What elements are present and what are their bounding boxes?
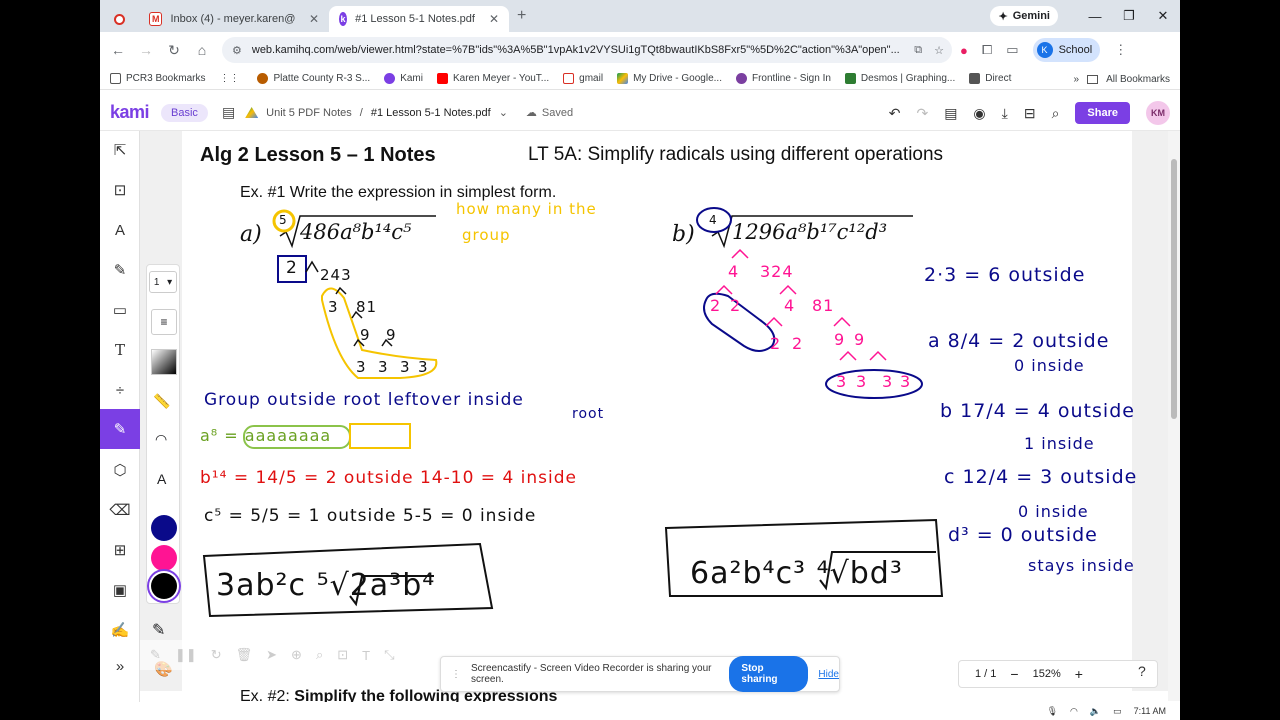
- tree-node: 2: [770, 334, 782, 353]
- browser-window: M Inbox (4) - meyer.karen@pcr3s ✕ k #1 L…: [100, 0, 1180, 720]
- tree-node: 3: [400, 358, 411, 376]
- tree-node: 9: [386, 326, 397, 344]
- mic-icon[interactable]: 🎙: [1047, 706, 1058, 717]
- clock[interactable]: 7:11 AM: [1134, 706, 1166, 716]
- right-work-9: stays inside: [1028, 556, 1135, 575]
- how-many-note-line2: group: [462, 226, 511, 244]
- tree-node: 2: [286, 258, 298, 278]
- right-work-6: c 12/4 = 3 outside: [944, 466, 1138, 488]
- search-icon[interactable]: ⌕: [316, 647, 323, 663]
- answer-a: 3ab²c ⁵√2a³b⁴: [216, 568, 436, 603]
- zoom-in-button[interactable]: +: [1075, 666, 1083, 682]
- pause-icon[interactable]: ❚❚: [175, 647, 197, 663]
- trash-icon[interactable]: 🗑: [236, 647, 253, 663]
- tree-node: 3: [882, 372, 894, 391]
- tree-node: 81: [812, 296, 835, 315]
- zoom-out-button[interactable]: −: [1010, 666, 1018, 682]
- pen-icon[interactable]: ✎: [150, 647, 161, 663]
- tree-node: 2: [792, 334, 804, 353]
- tree-node: 3: [900, 372, 912, 391]
- taskbar: 🎙 ◠ 🔈 ▭ 7:11 AM: [100, 702, 1180, 720]
- right-work-4: b 17/4 = 4 outside: [940, 400, 1135, 422]
- how-many-note: how many in the: [456, 200, 597, 218]
- stop-sharing-button[interactable]: Stop sharing: [729, 656, 809, 692]
- right-work-7: 0 inside: [1018, 502, 1089, 521]
- tree-node: 3: [378, 358, 389, 376]
- tree-node: 4: [728, 262, 740, 281]
- hide-link[interactable]: Hide: [818, 669, 839, 680]
- page-zoom-controls: 1 / 1 − 152% +: [958, 660, 1158, 688]
- tree-node: 3: [418, 358, 429, 376]
- c5-work: c⁵ = 5/5 = 1 outside 5-5 = 0 inside: [204, 506, 537, 526]
- battery-icon[interactable]: ▭: [1113, 706, 1122, 717]
- help-button[interactable]: ?: [1138, 663, 1146, 679]
- crop-icon[interactable]: ⊡: [337, 647, 348, 663]
- answer-b: 6a²b⁴c³ ⁴√bd³: [690, 556, 903, 591]
- index-5-annotation: 5: [279, 213, 288, 227]
- right-work-5: 1 inside: [1024, 434, 1095, 453]
- tree-node: 324: [760, 262, 794, 281]
- right-work-1: 2·3 = 6 outside: [924, 264, 1086, 286]
- page-indicator[interactable]: 1 / 1: [975, 668, 996, 680]
- group-outside-note: Group outside root leftover inside: [204, 390, 524, 410]
- drag-handle-icon[interactable]: ⋮: [451, 669, 461, 680]
- wifi-icon[interactable]: ◠: [1070, 706, 1078, 717]
- tree-node: 9: [360, 326, 371, 344]
- right-work-2: a 8/4 = 2 outside: [928, 330, 1110, 352]
- refresh-icon[interactable]: ↻: [211, 647, 222, 663]
- resize-icon[interactable]: ⤡: [384, 647, 394, 663]
- tree-node: 4: [784, 296, 796, 315]
- tree-node: 3: [856, 372, 868, 391]
- zoom-icon[interactable]: ⊕: [291, 647, 302, 663]
- text-icon[interactable]: T: [362, 648, 370, 663]
- tree-node: 9: [834, 330, 846, 349]
- right-work-8: d³ = 0 outside: [948, 524, 1098, 546]
- zoom-level[interactable]: 152%: [1033, 668, 1061, 680]
- tree-node: 9: [854, 330, 866, 349]
- tree-node: 2: [730, 296, 742, 315]
- right-work-3: 0 inside: [1014, 356, 1085, 375]
- sharing-message: Screencastify - Screen Video Recorder is…: [471, 663, 712, 685]
- tree-node: 81: [356, 298, 378, 316]
- a8-work: a⁸ = aaaaaaaa: [200, 426, 332, 445]
- tree-node: 3: [356, 358, 367, 376]
- group-outside-note-root: root: [572, 406, 605, 422]
- index-4-annotation: 4: [709, 213, 718, 227]
- tree-node: 3: [836, 372, 848, 391]
- tree-node: 2: [710, 296, 722, 315]
- volume-icon[interactable]: 🔈: [1090, 706, 1101, 717]
- screen-sharing-bar: ⋮ Screencastify - Screen Video Recorder …: [440, 656, 840, 692]
- tree-node: 243: [320, 266, 352, 284]
- tree-node: 3: [328, 298, 339, 316]
- cursor-icon[interactable]: ➤: [266, 647, 277, 663]
- b14-work: b¹⁴ = 14/5 = 2 outside 14-10 = 4 inside: [200, 468, 577, 488]
